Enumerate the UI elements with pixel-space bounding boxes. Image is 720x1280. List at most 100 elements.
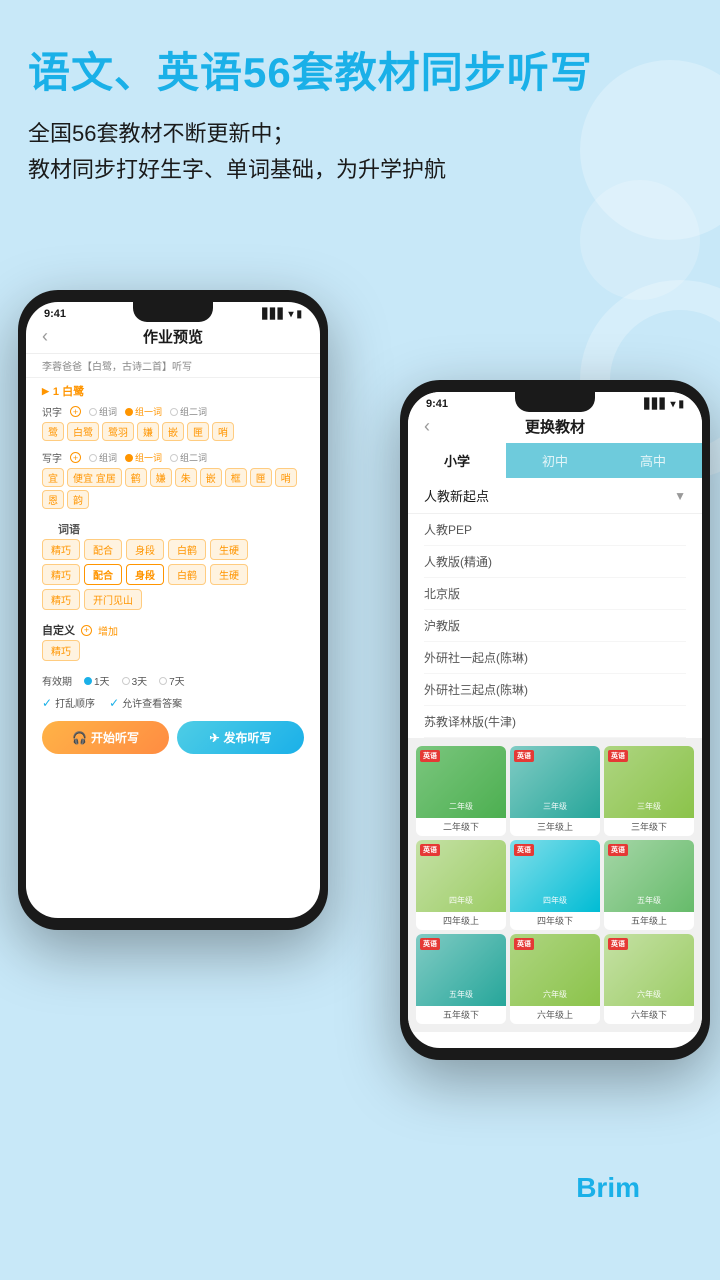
book-badge-1: 英语 [514,750,534,762]
book-badge-3: 英语 [420,844,440,856]
publish-button[interactable]: ✈ 发布听写 [177,721,304,754]
back-button-right[interactable]: ‹ [424,416,430,437]
book-card-0[interactable]: 英语 二年级 二年级下 [416,746,506,836]
headphone-icon: 🎧 [72,731,87,745]
book-cover-4: 英语 四年级 [510,840,600,912]
wifi-icon-right: ▾ [670,399,675,410]
tab-high[interactable]: 高中 [604,443,702,478]
back-button-left[interactable]: ‹ [42,326,48,347]
book-label-3: 四年级上 [416,912,506,930]
book-cover-8: 英语 六年级 [604,934,694,1006]
write-option2-active[interactable]: 组一词 [125,451,162,464]
book-card-7[interactable]: 英语 六年级 六年级上 [510,934,600,1024]
start-button[interactable]: 🎧 开始听写 [42,721,169,754]
write-option1[interactable]: 组词 [89,451,117,464]
textbook-item-6[interactable]: 苏教译林版(牛津) [424,706,686,738]
vocab-3-1: 精巧 [42,589,80,610]
add-text-custom[interactable]: 增加 [98,623,118,638]
triangle-icon: ▶ [42,386,49,397]
validity-3day[interactable]: 3天 [122,673,148,688]
write-char-5: 朱 [175,468,197,487]
book-cover-0: 英语 二年级 [416,746,506,818]
publish-button-label: 发布听写 [224,729,272,746]
book-cover-2: 英语 三年级 [604,746,694,818]
vocab-row3: 精巧 开门见山 [42,589,304,610]
nav-right: ‹ 更换教材 [408,412,702,443]
validity-1day[interactable]: 1天 [84,673,110,688]
show-answer-label: 允许查看答案 [122,695,182,710]
book-label-0: 二年级下 [416,818,506,836]
show-answer-checkbox[interactable]: ✓ 允许查看答案 [109,695,182,710]
add-icon-custom[interactable]: + [81,625,92,636]
book-grade-8: 六年级 [604,989,694,1000]
book-label-7: 六年级上 [510,1006,600,1024]
wifi-icon: ▾ [288,309,293,320]
custom-header: 自定义 + 增加 [42,620,304,640]
option-group3[interactable]: 组二词 [170,405,207,418]
homework-subtitle: 李蓉爸爸【白鹭，古诗二首】听写 [26,354,320,378]
status-icons-right: ▋▋▋ ▾ ▮ [644,399,684,410]
custom-label: 自定义 [42,622,75,638]
textbook-dropdown[interactable]: 人教新起点 ▼ [408,478,702,514]
write-chars-2: 恩 韵 [42,490,304,509]
book-label-8: 六年级下 [604,1006,694,1024]
textbook-item-0[interactable]: 人教PEP [424,514,686,546]
write-chars: 宜 便宜 宜居 鹤 嫌 朱 嵌 框 匣 哨 [42,468,304,487]
book-grade-0: 二年级 [416,801,506,812]
battery-icon-right: ▮ [678,399,684,410]
option-group2-active[interactable]: 组一词 [125,405,162,418]
vocab-label: 词语 [42,518,304,539]
textbook-item-5[interactable]: 外研社三起点(陈琳) [424,674,686,706]
recognize-chars: 鹭 白鹭 鹭羽 嫌 嵌 匣 哨 [42,422,304,441]
nav-left: ‹ 作业预览 [26,322,320,354]
write-char-6: 嵌 [200,468,222,487]
vocab-1-5: 生硬 [210,539,248,560]
custom-tag-1: 精巧 [42,640,80,661]
book-card-4[interactable]: 英语 四年级 四年级下 [510,840,600,930]
write-char-3: 鹤 [125,468,147,487]
book-cover-7: 英语 六年级 [510,934,600,1006]
shuffle-checkbox[interactable]: ✓ 打乱顺序 [42,695,95,710]
textbook-item-1[interactable]: 人教版(精通) [424,546,686,578]
vocab-2-2: 配合 [84,564,122,585]
write-char-11: 韵 [67,490,89,509]
book-card-8[interactable]: 英语 六年级 六年级下 [604,934,694,1024]
option-group1[interactable]: 组词 [89,405,117,418]
phones-container: 9:41 ▋▋▋ ▾ ▮ ‹ 作业预览 李蓉爸爸【白鹭，古诗二首】听写 ▶ [0,260,720,1280]
book-card-2[interactable]: 英语 三年级 三年级下 [604,746,694,836]
book-card-5[interactable]: 英语 五年级 五年级上 [604,840,694,930]
book-grade-6: 五年级 [416,989,506,1000]
validity-label: 有效期 [42,673,72,688]
radio-3day [122,677,130,685]
textbook-item-4[interactable]: 外研社一起点(陈琳) [424,642,686,674]
write-char-7: 框 [225,468,247,487]
radio-7day [159,677,167,685]
book-cover-6: 英语 五年级 [416,934,506,1006]
custom-section: 自定义 + 增加 精巧 [26,618,320,669]
book-card-6[interactable]: 英语 五年级 五年级下 [416,934,506,1024]
book-card-1[interactable]: 英语 三年级 三年级上 [510,746,600,836]
book-card-3[interactable]: 英语 四年级 四年级上 [416,840,506,930]
add-icon-recognize[interactable]: + [70,406,81,417]
tab-elementary[interactable]: 小学 [408,443,506,478]
tab-middle[interactable]: 初中 [506,443,604,478]
start-button-label: 开始听写 [91,729,139,746]
textbook-list: 人教PEP 人教版(精通) 北京版 沪教版 外研社一起点(陈琳) 外研社三起点(… [408,514,702,738]
write-option3[interactable]: 组二词 [170,451,207,464]
textbook-item-3[interactable]: 沪教版 [424,610,686,642]
add-icon-write[interactable]: + [70,452,81,463]
recognize-section: 识字 + 组词 组一词 组二词 鹭 白鹭 鹭羽 嫌 嵌 匣 哨 [26,402,320,448]
vocab-1-1: 精巧 [42,539,80,560]
custom-tags: 精巧 [42,640,304,661]
radio-1day [84,677,92,685]
textbook-item-2[interactable]: 北京版 [424,578,686,610]
screen-left: 9:41 ▋▋▋ ▾ ▮ ‹ 作业预览 李蓉爸爸【白鹭，古诗二首】听写 ▶ [26,302,320,918]
book-badge-7: 英语 [514,938,534,950]
book-grade-7: 六年级 [510,989,600,1000]
book-grade-1: 三年级 [510,801,600,812]
validity-7day[interactable]: 7天 [159,673,185,688]
char-tag-1: 鹭 [42,422,64,441]
status-icons-left: ▋▋▋ ▾ ▮ [262,309,302,320]
book-grade-4: 四年级 [510,895,600,906]
vocab-2-5: 生硬 [210,564,248,585]
